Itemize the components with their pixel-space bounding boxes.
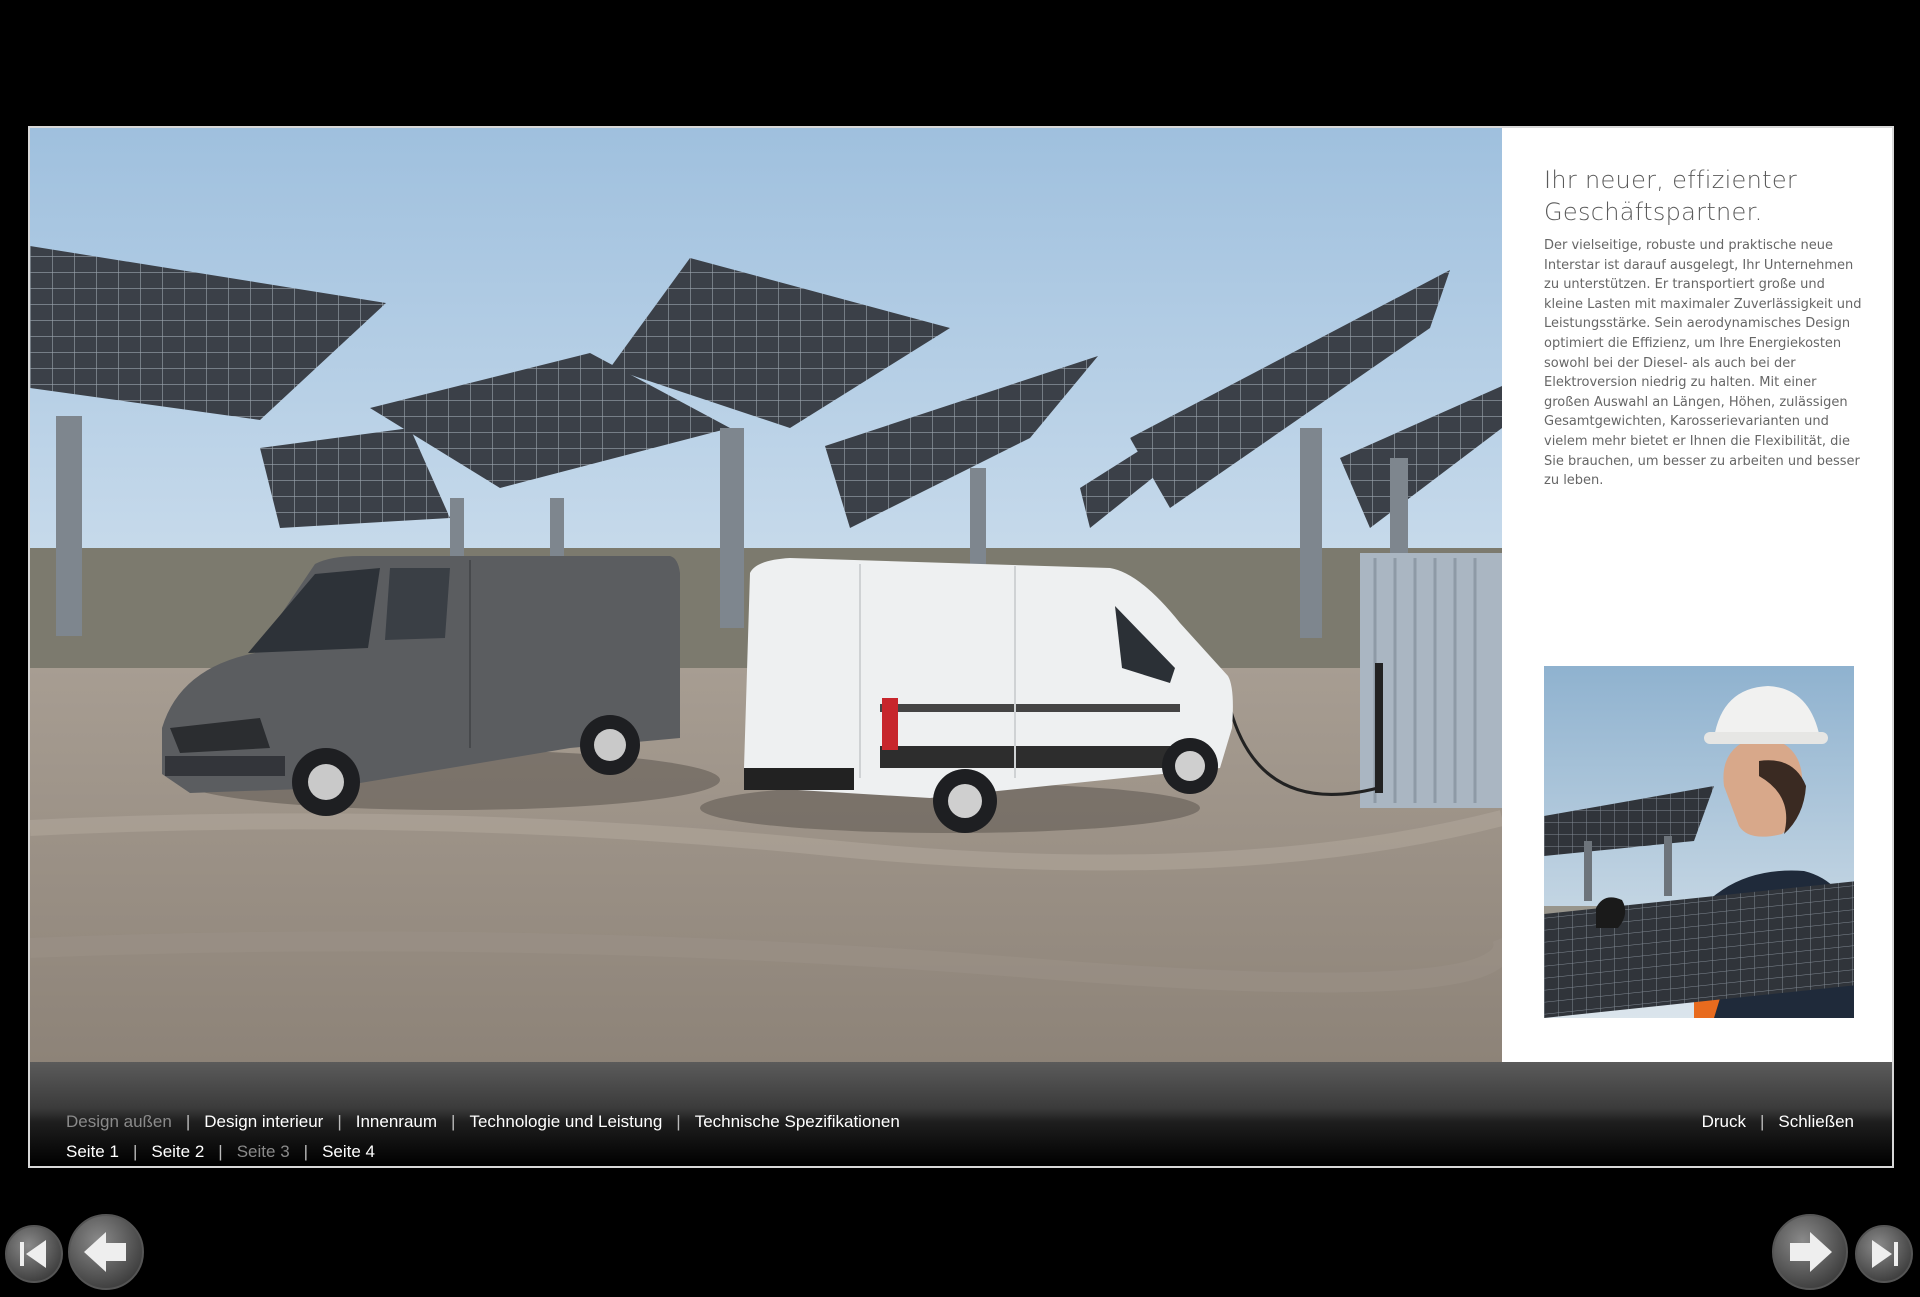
skip-back-icon [5,1225,63,1283]
separator: | [451,1112,456,1131]
nav-seite-2[interactable]: Seite 2 [151,1142,204,1162]
separator: | [185,1112,191,1131]
previous-page-button[interactable] [66,1212,146,1297]
worker-photo [1544,666,1854,1018]
arrow-right-icon [1772,1214,1848,1290]
nav-technische-spezifikationen[interactable]: Technische Spezifikationen [695,1112,900,1132]
nav-seite-1[interactable]: Seite 1 [66,1142,119,1162]
separator: | [676,1112,681,1131]
page-nav: Seite 1 | Seite 2 | Seite 3 | Seite 4 [66,1142,375,1162]
nav-technologie-und-leistung[interactable]: Technologie und Leistung [469,1112,662,1132]
close-link[interactable]: Schließen [1778,1112,1854,1132]
body-text: Der vielseitige, robuste und praktische … [1544,238,1862,489]
skip-forward-icon [1855,1225,1913,1283]
hero-image [30,128,1502,1062]
print-link[interactable]: Druck [1702,1112,1746,1132]
nav-seite-3[interactable]: Seite 3 [237,1142,290,1162]
separator: | [132,1142,138,1161]
text-panel: Ihr neuer, effizienter Geschäftspartner.… [1502,128,1892,1062]
utility-nav: Druck | Schließen [1702,1112,1854,1132]
brochure-frame: Ihr neuer, effizienter Geschäftspartner.… [28,126,1894,1168]
next-page-button[interactable] [1770,1212,1850,1297]
arrow-left-icon [68,1214,144,1290]
separator: | [303,1142,309,1161]
first-page-button[interactable] [4,1224,64,1289]
title-line-1: Ihr neuer, effizienter [1544,166,1798,194]
nav-design-aussen[interactable]: Design außen [66,1112,172,1132]
separator: | [218,1142,223,1161]
nav-design-interieur[interactable]: Design interieur [204,1112,323,1132]
nav-seite-4[interactable]: Seite 4 [322,1142,375,1162]
title-line-2: Geschäftspartner. [1544,198,1763,226]
last-page-button[interactable] [1854,1224,1914,1289]
section-nav: Design außen | Design interieur | Innenr… [66,1112,900,1132]
bottom-navigation: Design außen | Design interieur | Innenr… [30,1062,1892,1166]
separator: | [1759,1112,1765,1131]
nav-innenraum[interactable]: Innenraum [356,1112,437,1132]
separator: | [337,1112,342,1131]
page-title: Ihr neuer, effizienter Geschäftspartner. [1544,164,1864,228]
